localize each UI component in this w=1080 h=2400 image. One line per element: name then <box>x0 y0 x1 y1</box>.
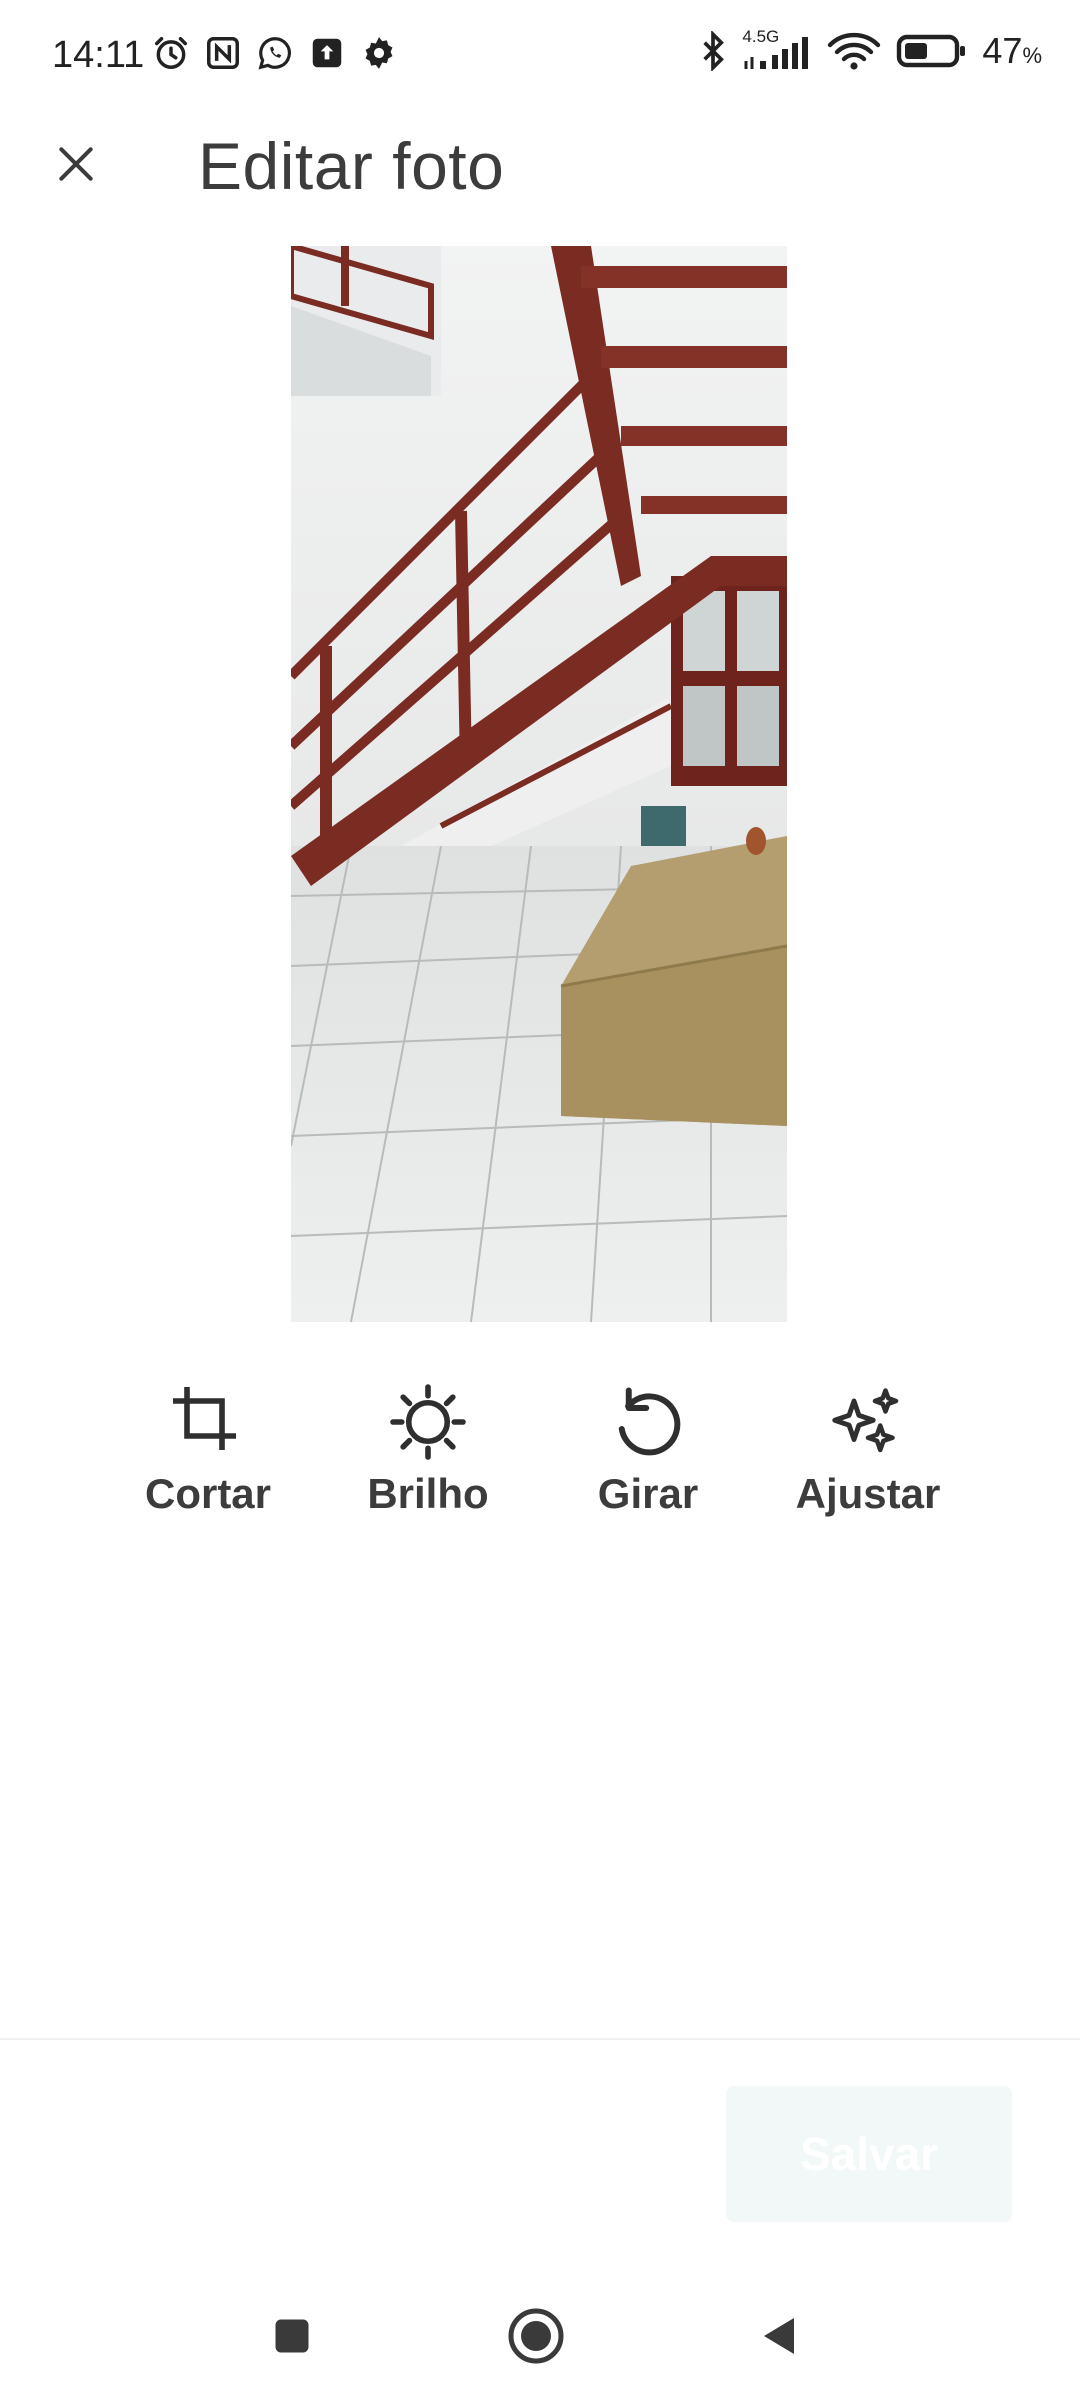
nav-home-button[interactable] <box>496 2296 576 2376</box>
status-bar: 14:11 4.5G 47% <box>0 0 1080 112</box>
bluetooth-icon <box>703 31 725 71</box>
photo-preview <box>291 246 787 1322</box>
recents-icon <box>275 2319 309 2353</box>
back-icon <box>764 2318 794 2354</box>
tool-adjust[interactable]: Ajustar <box>768 1380 968 1518</box>
nav-back-button[interactable] <box>740 2296 820 2376</box>
bottom-divider <box>0 2038 1080 2040</box>
tool-rotate[interactable]: Girar <box>548 1380 748 1518</box>
system-nav-bar <box>0 2260 1080 2400</box>
sparkles-icon <box>832 1388 899 1453</box>
tool-adjust-label: Ajustar <box>795 1470 941 1517</box>
battery-percent: 47% <box>982 30 1042 71</box>
page-title: Editar foto <box>198 129 505 203</box>
close-button[interactable] <box>40 128 112 200</box>
status-system-icons: 4.5G 47% <box>698 27 1042 72</box>
settings-icon <box>365 37 393 69</box>
tool-rotate-label: Girar <box>597 1470 699 1517</box>
edit-tools: Cortar Brilho Girar Ajustar <box>0 1380 1080 1540</box>
staircase-photo <box>291 246 787 1322</box>
tool-crop[interactable]: Cortar <box>108 1380 308 1518</box>
rotate-icon <box>618 1387 681 1456</box>
tool-crop-label: Cortar <box>144 1470 272 1517</box>
crop-icon <box>173 1387 236 1450</box>
alarm-icon <box>155 37 187 69</box>
whatsapp-icon <box>258 37 291 70</box>
save-button[interactable]: Salvar <box>726 2086 1012 2222</box>
signal-icon: 4.5G <box>742 27 812 71</box>
tool-brightness-label: Brilho <box>367 1470 489 1517</box>
tool-brightness[interactable]: Brilho <box>328 1380 528 1518</box>
nfc-icon <box>207 37 239 69</box>
battery-icon <box>897 34 966 68</box>
close-icon <box>59 147 93 181</box>
status-time: 14:11 <box>52 34 145 76</box>
home-icon <box>508 2308 564 2364</box>
nav-recents-button[interactable] <box>252 2296 332 2376</box>
wifi-icon <box>828 32 881 70</box>
upload-icon <box>312 38 342 68</box>
brightness-icon <box>390 1384 466 1460</box>
status-notification-icons <box>152 34 398 72</box>
